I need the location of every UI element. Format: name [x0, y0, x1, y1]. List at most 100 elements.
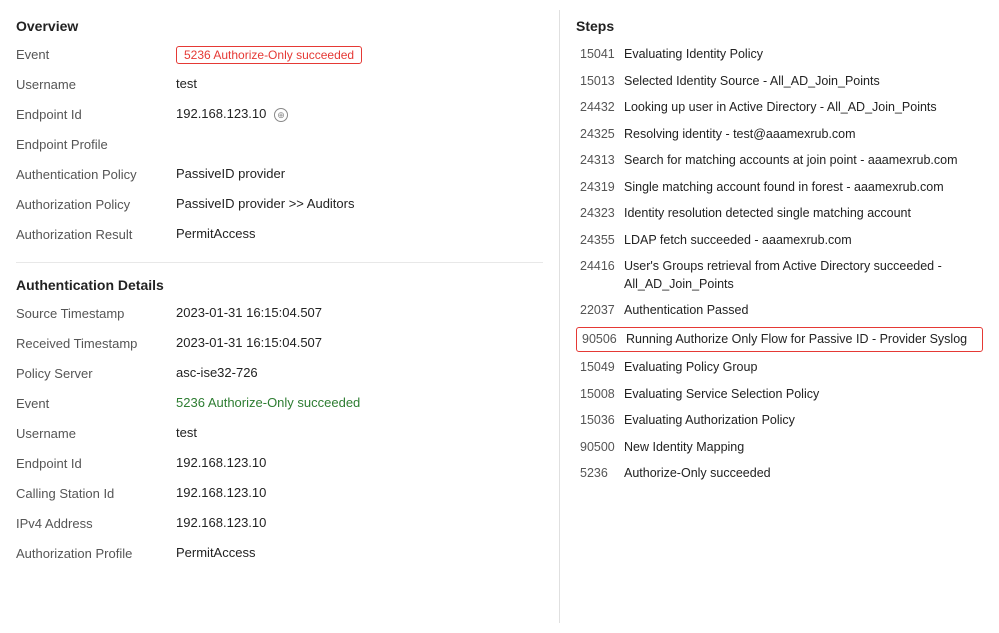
field-row-ipv4: IPv4 Address 192.168.123.10 — [16, 515, 543, 537]
field-row-authz-policy: Authorization Policy PassiveID provider … — [16, 196, 543, 218]
value-endpoint-id-detail: 192.168.123.10 — [176, 455, 543, 470]
label-endpoint-id: Endpoint Id — [16, 106, 176, 122]
left-panel: Overview Event 5236 Authorize-Only succe… — [0, 10, 560, 623]
field-row-auth-policy: Authentication Policy PassiveID provider — [16, 166, 543, 188]
value-source-ts: 2023-01-31 16:15:04.507 — [176, 305, 543, 320]
step-desc-14: New Identity Mapping — [624, 439, 979, 457]
value-calling-station: 192.168.123.10 — [176, 485, 543, 500]
event-badge: 5236 Authorize-Only succeeded — [176, 46, 362, 64]
value-auth-policy: PassiveID provider — [176, 166, 543, 181]
label-authz-profile: Authorization Profile — [16, 545, 176, 561]
step-row-5: 24319Single matching account found in fo… — [576, 177, 983, 199]
step-row-15: 5236Authorize-Only succeeded — [576, 463, 983, 485]
endpoint-id-text: 192.168.123.10 — [176, 106, 266, 121]
step-code-15: 5236 — [580, 465, 624, 480]
step-desc-3: Resolving identity - test@aaamexrub.com — [624, 126, 979, 144]
steps-title: Steps — [576, 18, 983, 34]
label-endpoint-profile: Endpoint Profile — [16, 136, 176, 152]
label-endpoint-id-detail: Endpoint Id — [16, 455, 176, 471]
step-code-8: 24416 — [580, 258, 624, 273]
step-code-9: 22037 — [580, 302, 624, 317]
field-row-username: Username test — [16, 76, 543, 98]
step-row-1: 15013Selected Identity Source - All_AD_J… — [576, 71, 983, 93]
step-code-10: 90506 — [582, 331, 626, 346]
value-policy-server: asc-ise32-726 — [176, 365, 543, 380]
step-desc-8: User's Groups retrieval from Active Dire… — [624, 258, 979, 293]
field-row-endpoint-id: Endpoint Id 192.168.123.10 ⊕ — [16, 106, 543, 128]
right-panel: Steps 15041Evaluating Identity Policy150… — [560, 10, 999, 623]
step-code-11: 15049 — [580, 359, 624, 374]
value-username-detail: test — [176, 425, 543, 440]
step-desc-9: Authentication Passed — [624, 302, 979, 320]
label-authz-policy: Authorization Policy — [16, 196, 176, 212]
label-username: Username — [16, 76, 176, 92]
value-event: 5236 Authorize-Only succeeded — [176, 46, 543, 64]
value-authz-result: PermitAccess — [176, 226, 543, 241]
auth-details-section: Authentication Details Source Timestamp … — [16, 277, 543, 567]
step-desc-13: Evaluating Authorization Policy — [624, 412, 979, 430]
step-desc-10: Running Authorize Only Flow for Passive … — [626, 331, 977, 349]
step-row-2: 24432Looking up user in Active Directory… — [576, 97, 983, 119]
step-desc-0: Evaluating Identity Policy — [624, 46, 979, 64]
label-received-ts: Received Timestamp — [16, 335, 176, 351]
step-row-13: 15036Evaluating Authorization Policy — [576, 410, 983, 432]
step-row-14: 90500New Identity Mapping — [576, 437, 983, 459]
label-source-ts: Source Timestamp — [16, 305, 176, 321]
section-divider — [16, 262, 543, 263]
label-ipv4: IPv4 Address — [16, 515, 176, 531]
step-code-6: 24323 — [580, 205, 624, 220]
step-code-0: 15041 — [580, 46, 624, 61]
field-row-authz-result: Authorization Result PermitAccess — [16, 226, 543, 248]
step-desc-15: Authorize-Only succeeded — [624, 465, 979, 483]
step-desc-4: Search for matching accounts at join poi… — [624, 152, 979, 170]
value-username: test — [176, 76, 543, 91]
step-row-7: 24355LDAP fetch succeeded - aaamexrub.co… — [576, 230, 983, 252]
field-row-event: Event 5236 Authorize-Only succeeded — [16, 46, 543, 68]
label-authz-result: Authorization Result — [16, 226, 176, 242]
step-desc-5: Single matching account found in forest … — [624, 179, 979, 197]
label-auth-policy: Authentication Policy — [16, 166, 176, 182]
field-row-policy-server: Policy Server asc-ise32-726 — [16, 365, 543, 387]
step-desc-11: Evaluating Policy Group — [624, 359, 979, 377]
step-desc-2: Looking up user in Active Directory - Al… — [624, 99, 979, 117]
label-policy-server: Policy Server — [16, 365, 176, 381]
step-code-3: 24325 — [580, 126, 624, 141]
step-row-8: 24416User's Groups retrieval from Active… — [576, 256, 983, 295]
step-row-3: 24325Resolving identity - test@aaamexrub… — [576, 124, 983, 146]
step-desc-12: Evaluating Service Selection Policy — [624, 386, 979, 404]
overview-section: Overview Event 5236 Authorize-Only succe… — [16, 18, 543, 248]
field-row-received-ts: Received Timestamp 2023-01-31 16:15:04.5… — [16, 335, 543, 357]
step-code-12: 15008 — [580, 386, 624, 401]
steps-list: 15041Evaluating Identity Policy15013Sele… — [576, 44, 983, 485]
label-event-detail: Event — [16, 395, 176, 411]
value-event-detail: 5236 Authorize-Only succeeded — [176, 395, 543, 410]
step-row-11: 15049Evaluating Policy Group — [576, 357, 983, 379]
field-row-endpoint-id-detail: Endpoint Id 192.168.123.10 — [16, 455, 543, 477]
label-event: Event — [16, 46, 176, 62]
field-row-username-detail: Username test — [16, 425, 543, 447]
step-code-5: 24319 — [580, 179, 624, 194]
event-detail-badge: 5236 Authorize-Only succeeded — [176, 395, 360, 410]
field-row-source-ts: Source Timestamp 2023-01-31 16:15:04.507 — [16, 305, 543, 327]
label-calling-station: Calling Station Id — [16, 485, 176, 501]
field-row-calling-station: Calling Station Id 192.168.123.10 — [16, 485, 543, 507]
step-desc-1: Selected Identity Source - All_AD_Join_P… — [624, 73, 979, 91]
step-row-12: 15008Evaluating Service Selection Policy — [576, 384, 983, 406]
step-row-9: 22037Authentication Passed — [576, 300, 983, 322]
field-row-event-detail: Event 5236 Authorize-Only succeeded — [16, 395, 543, 417]
overview-title: Overview — [16, 18, 543, 34]
step-desc-6: Identity resolution detected single matc… — [624, 205, 979, 223]
field-row-authz-profile: Authorization Profile PermitAccess — [16, 545, 543, 567]
value-ipv4: 192.168.123.10 — [176, 515, 543, 530]
step-code-13: 15036 — [580, 412, 624, 427]
endpoint-info-icon[interactable]: ⊕ — [274, 108, 288, 122]
step-code-7: 24355 — [580, 232, 624, 247]
step-row-0: 15041Evaluating Identity Policy — [576, 44, 983, 66]
step-code-1: 15013 — [580, 73, 624, 88]
step-code-2: 24432 — [580, 99, 624, 114]
step-row-4: 24313Search for matching accounts at joi… — [576, 150, 983, 172]
step-code-4: 24313 — [580, 152, 624, 167]
auth-details-title: Authentication Details — [16, 277, 543, 293]
value-authz-profile: PermitAccess — [176, 545, 543, 560]
label-username-detail: Username — [16, 425, 176, 441]
